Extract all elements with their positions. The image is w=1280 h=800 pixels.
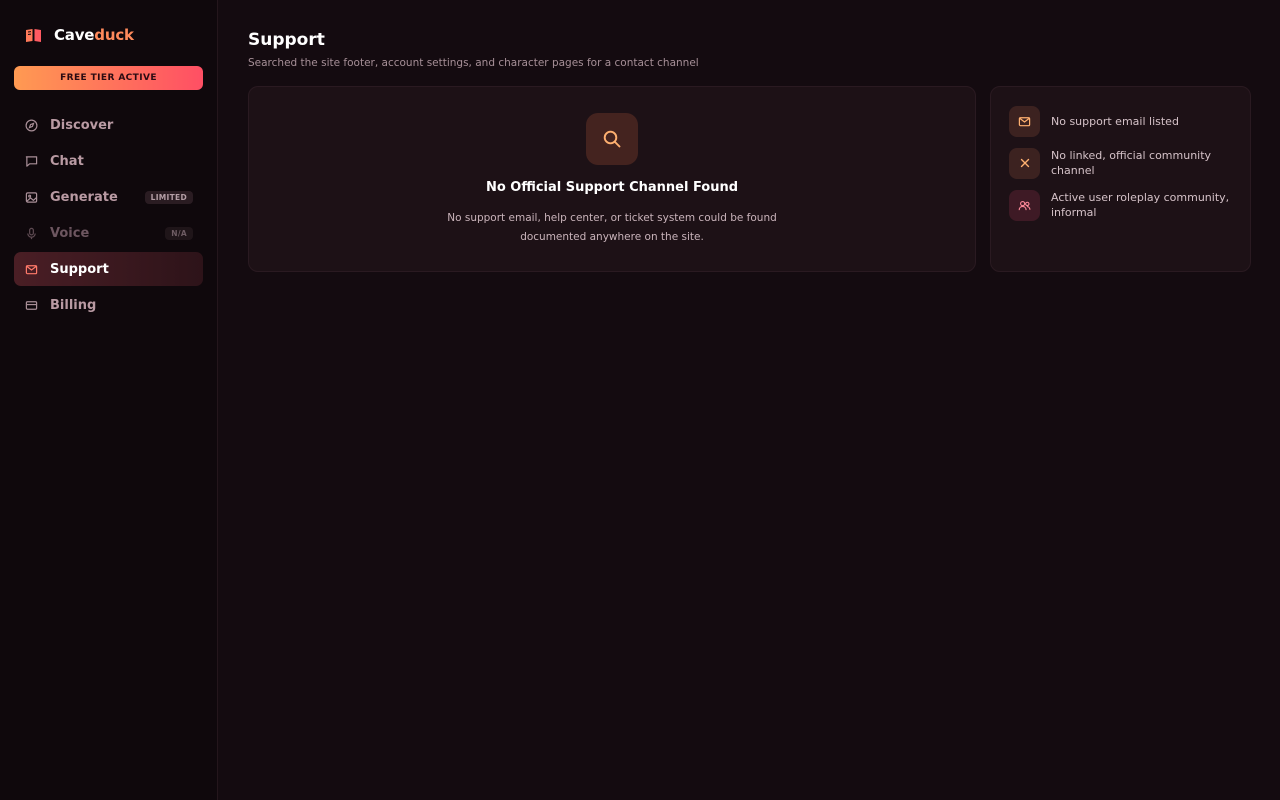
sidebar-item-support[interactable]: Support <box>14 252 203 286</box>
page-title: Support <box>248 30 325 50</box>
credit-card-icon <box>24 298 38 312</box>
mail-icon <box>1009 105 1040 137</box>
free-tier-badge: FREE TIER ACTIVE <box>14 66 203 90</box>
limited-badge: LIMITED <box>144 190 193 204</box>
support-cards: No Official Support Channel Found No sup… <box>248 86 1251 272</box>
sidebar-item-generate[interactable]: Generate LIMITED <box>14 180 203 214</box>
app-name: Caveduck <box>54 26 134 44</box>
sidebar-nav: Discover Chat Generate LIMITED Voice N/A… <box>14 108 203 322</box>
sidebar-item-label: Voice <box>50 225 90 241</box>
page-subtitle: Searched the site footer, account settin… <box>248 57 699 69</box>
finding-text: No support email listed <box>1051 114 1179 128</box>
sidebar-item-label: Support <box>50 261 109 277</box>
sidebar-item-billing[interactable]: Billing <box>14 288 203 322</box>
support-findings-card: No support email listed No linked, offic… <box>990 86 1251 272</box>
finding-row: No support email listed <box>1009 105 1232 137</box>
search-icon <box>586 113 638 165</box>
sidebar-item-label: Discover <box>50 117 114 133</box>
support-status-card: No Official Support Channel Found No sup… <box>248 86 976 272</box>
mail-icon <box>24 262 38 276</box>
app-root: Caveduck FREE TIER ACTIVE Discover Chat <box>0 0 1280 800</box>
finding-text: Active user roleplay community, informal <box>1051 191 1230 219</box>
status-card-description: No support email, help center, or ticket… <box>447 212 777 243</box>
finding-row: Active user roleplay community, informal <box>1009 189 1232 221</box>
finding-text: No linked, official community channel <box>1051 149 1212 177</box>
compass-icon <box>24 118 38 132</box>
main-content: Support Searched the site footer, accoun… <box>218 0 1280 800</box>
sidebar-item-voice[interactable]: Voice N/A <box>14 216 203 250</box>
brand-logo[interactable]: Caveduck <box>14 24 203 46</box>
na-badge: N/A <box>165 226 193 240</box>
sidebar-item-label: Generate <box>50 189 118 205</box>
chat-bubble-icon <box>24 154 38 168</box>
users-icon <box>1009 189 1040 221</box>
x-icon <box>1009 147 1040 179</box>
status-card-title: No Official Support Channel Found <box>485 180 739 195</box>
sidebar-item-label: Chat <box>50 153 84 169</box>
image-icon <box>24 190 38 204</box>
sidebar-item-discover[interactable]: Discover <box>14 108 203 142</box>
sidebar-item-label: Billing <box>50 297 97 313</box>
sidebar: Caveduck FREE TIER ACTIVE Discover Chat <box>0 0 218 800</box>
microphone-icon <box>24 226 38 240</box>
finding-row: No linked, official community channel <box>1009 147 1232 179</box>
sidebar-item-chat[interactable]: Chat <box>14 144 203 178</box>
book-logo-icon <box>24 26 42 44</box>
